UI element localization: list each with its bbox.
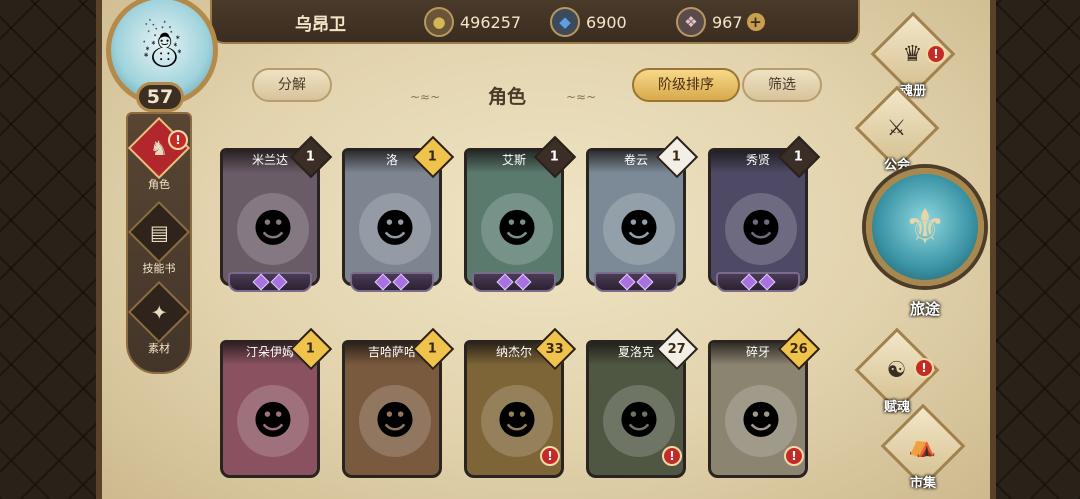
currency-crystal: ◆ 6900 [550,6,627,38]
nav-market[interactable]: ⛺ 市集 [878,403,968,491]
portrait-icon: ☻ [725,193,797,265]
decompose-button[interactable]: 分解 [252,68,332,102]
book-icon: ▤ [127,200,191,264]
portrait-icon: ☻ [603,385,675,457]
coin-value: 496257 [460,12,522,32]
portrait-icon: ☻ [359,385,431,457]
add-gem-button[interactable]: + [746,13,765,31]
material-icon: ✦ [127,280,191,344]
character-card[interactable]: 纳杰尔 ☻ 33 ! [464,327,577,484]
rank-gems [350,272,434,292]
portrait-icon: ☻ [359,193,431,265]
currency-gem: ❖ 967 + [676,6,765,38]
journey-emblem-icon: ⚜ [903,199,947,255]
character-card[interactable]: 艾斯 ☻ 1 [464,135,577,292]
page-title: 角色 [488,86,527,108]
crystal-icon: ◆ [550,7,580,37]
left-nav-item-materials[interactable]: ✦ 素材 [126,280,192,356]
alert-icon: ! [540,446,560,466]
gem-value: 967 [712,12,743,32]
journey-button[interactable]: ⚜ [866,168,984,286]
character-card[interactable]: 吉哈萨哈 ☻ 1 [342,327,455,484]
rank-gems [228,272,312,292]
title-ornament-left: ~≈~ [410,90,441,104]
character-card[interactable]: 洛 ☻ 1 [342,135,455,292]
character-card[interactable]: 碎牙 ☻ 26 ! [708,327,821,484]
alert-icon: ! [662,446,682,466]
journey-label: 旅途 [909,300,940,318]
currency-coin: ● 496257 [424,6,521,38]
rank-sort-button[interactable]: 阶级排序 [632,68,740,102]
snowman-avatar-icon: ☃ [138,20,186,80]
gem-icon: ❖ [676,7,706,37]
rank-gems [594,272,678,292]
character-card[interactable]: 夏洛克 ☻ 27 ! [586,327,699,484]
title-ornament-right: ~≈~ [566,90,597,104]
portrait-icon: ☻ [237,385,309,457]
player-name: 乌昂卫 [295,15,346,35]
nav-label: 市集 [909,476,936,491]
left-nav-item-skill-books[interactable]: ▤ 技能书 [126,200,192,276]
portrait-icon: ☻ [725,385,797,457]
portrait-icon: ☻ [481,385,553,457]
portrait-icon: ☻ [603,193,675,265]
alert-icon: ! [168,130,188,150]
alert-icon: ! [784,446,804,466]
portrait-icon: ☻ [237,193,309,265]
character-card[interactable]: 汀朵伊姆 ☻ 1 [220,327,333,484]
coin-icon: ● [424,7,454,37]
nav-soul-infusion[interactable]: ☯ 赋魂 [852,327,942,415]
rank-gems [472,272,556,292]
crystal-value: 6900 [586,12,627,32]
player-level: 57 [136,82,184,112]
filter-button[interactable]: 筛选 [742,68,822,102]
nav-soul-book[interactable]: ♛ 魂册 [868,11,958,99]
portrait-icon: ☻ [481,193,553,265]
character-card[interactable]: 秀贤 ☻ 1 [708,135,821,292]
nav-label: 赋魂 [883,400,910,415]
nav-guild[interactable]: ⚔ 公会 [852,85,942,173]
character-card[interactable]: 卷云 ☻ 1 [586,135,699,292]
character-card[interactable]: 米兰达 ☻ 1 [220,135,333,292]
alert-icon: ! [926,44,946,64]
alert-icon: ! [914,358,934,378]
rank-gems [716,272,800,292]
